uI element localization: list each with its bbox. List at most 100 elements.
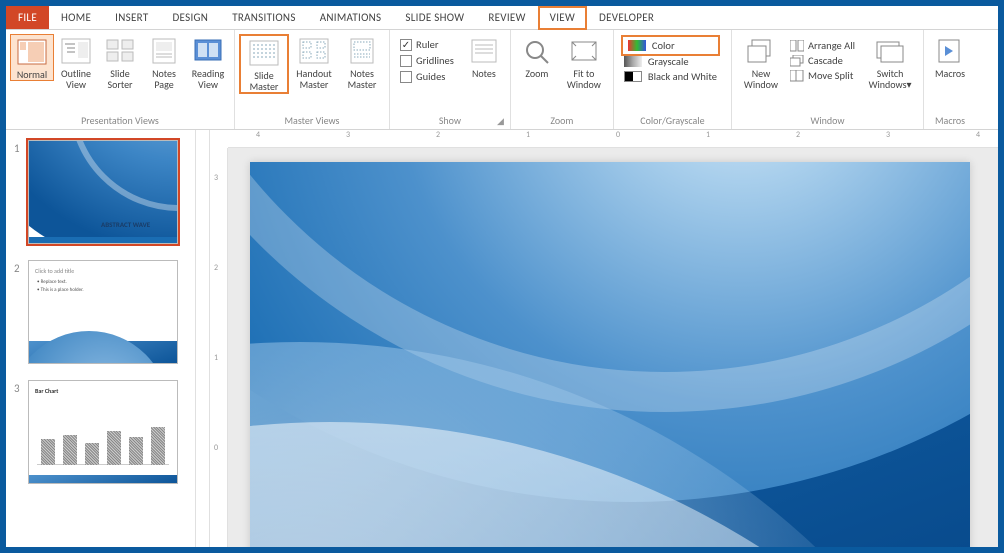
tab-view[interactable]: VIEW [538, 6, 587, 29]
slide-master-button[interactable]: Slide Master [239, 34, 289, 94]
slide-thumb-1[interactable]: 1 ABSTRACT WAVE [14, 140, 187, 244]
slide-thumb[interactable]: Bar Chart [28, 380, 178, 484]
cascade-icon [790, 55, 804, 67]
slide-thumb-2[interactable]: 2 Click to add title • Replace text. • T… [14, 260, 187, 364]
bw-label: Black and White [648, 70, 717, 83]
ruler-tick: 3 [214, 173, 218, 183]
vertical-ruler[interactable]: 3 2 1 0 [210, 148, 228, 547]
tab-review[interactable]: REVIEW [476, 6, 537, 29]
notes-icon [469, 38, 499, 64]
ruler-tick: 1 [526, 130, 530, 140]
fit-window-icon [569, 38, 599, 64]
thumb-title: Click to add title [35, 267, 74, 275]
tab-slideshow[interactable]: SLIDE SHOW [393, 6, 476, 29]
guides-label: Guides [416, 70, 445, 83]
grayscale-label: Grayscale [648, 55, 689, 68]
slide-canvas[interactable] [250, 162, 970, 547]
group-window: New Window Arrange All Cascade Move Spli… [732, 30, 924, 129]
ribbon: Normal Outline View Slide Sorter Notes P… [6, 30, 998, 130]
color-option[interactable]: Color [624, 38, 717, 53]
black-white-option[interactable]: Black and White [624, 70, 717, 83]
tab-file[interactable]: FILE [6, 6, 49, 29]
switch-windows-label: Switch Windows▾ [863, 68, 917, 90]
arrange-all-button[interactable]: Arrange All [788, 38, 857, 53]
bw-swatch-icon [624, 71, 642, 82]
gridlines-label: Gridlines [416, 54, 454, 67]
gridlines-checkbox[interactable]: Gridlines [400, 54, 454, 67]
outline-view-button[interactable]: Outline View [54, 34, 98, 90]
ruler-checkbox[interactable]: ✓ Ruler [400, 38, 454, 51]
handout-master-icon [299, 38, 329, 64]
ruler-tick: 4 [256, 130, 260, 140]
slide-thumb[interactable]: ABSTRACT WAVE [28, 140, 178, 244]
notes-page-button[interactable]: Notes Page [142, 34, 186, 90]
group-zoom-label: Zoom [515, 112, 609, 129]
tab-design[interactable]: DESIGN [160, 6, 220, 29]
arrange-all-label: Arrange All [808, 39, 855, 52]
ruler-tick: 0 [214, 443, 218, 453]
ruler-tick: 3 [346, 130, 350, 140]
cascade-label: Cascade [808, 54, 843, 67]
grayscale-swatch-icon [624, 56, 642, 67]
zoom-label: Zoom [525, 68, 548, 79]
group-show: ✓ Ruler Gridlines Guides Notes [390, 30, 511, 129]
tab-developer[interactable]: DEVELOPER [587, 6, 666, 29]
group-window-label: Window [736, 112, 919, 129]
notes-button[interactable]: Notes [462, 34, 506, 79]
slide-thumb[interactable]: Click to add title • Replace text. • Thi… [28, 260, 178, 364]
tab-animations[interactable]: ANIMATIONS [308, 6, 394, 29]
normal-view-button[interactable]: Normal [10, 34, 54, 81]
thumb-bullet: • Replace text. [37, 279, 67, 285]
group-color-label: Color/Grayscale [618, 112, 727, 129]
reading-view-button[interactable]: Reading View [186, 34, 230, 90]
handout-master-label: Handout Master [291, 68, 337, 90]
outline-view-label: Outline View [56, 68, 96, 90]
tab-transitions[interactable]: TRANSITIONS [220, 6, 308, 29]
move-split-button[interactable]: Move Split [788, 68, 857, 83]
grayscale-option[interactable]: Grayscale [624, 55, 717, 68]
switch-windows-icon [875, 38, 905, 64]
checkbox-icon [400, 71, 412, 83]
slide-number: 2 [14, 260, 28, 364]
slide-canvas-area[interactable] [228, 148, 998, 547]
horizontal-ruler[interactable]: 4 3 2 1 0 1 2 3 4 [228, 130, 998, 148]
slide-thumbnail-panel: 1 ABSTRACT WAVE 2 Click to add title • R… [6, 130, 196, 547]
checkbox-icon: ✓ [400, 39, 412, 51]
notes-page-icon [149, 38, 179, 64]
outline-collapse-bar[interactable] [196, 130, 210, 547]
slide-sorter-button[interactable]: Slide Sorter [98, 34, 142, 90]
color-label: Color [652, 39, 675, 52]
thumb-bullet: • This is a place holder. [37, 287, 84, 293]
zoom-button[interactable]: Zoom [515, 34, 559, 79]
new-window-icon [746, 38, 776, 64]
slide-thumb-3[interactable]: 3 Bar Chart [14, 380, 187, 484]
group-macros-label: Macros [928, 112, 972, 129]
tab-home[interactable]: HOME [49, 6, 103, 29]
fit-window-label: Fit to Window [561, 68, 607, 90]
reading-view-label: Reading View [188, 68, 228, 90]
handout-master-button[interactable]: Handout Master [289, 34, 339, 90]
new-window-button[interactable]: New Window [736, 34, 786, 90]
cascade-button[interactable]: Cascade [788, 53, 857, 68]
ruler-tick: 2 [436, 130, 440, 140]
notes-master-button[interactable]: Notes Master [339, 34, 385, 90]
group-show-label: Show◢ [394, 112, 506, 129]
move-split-label: Move Split [808, 69, 853, 82]
tab-insert[interactable]: INSERT [103, 6, 160, 29]
content-area: 1 ABSTRACT WAVE 2 Click to add title • R… [6, 130, 998, 547]
notes-label: Notes [472, 68, 496, 79]
arrange-all-icon [790, 40, 804, 52]
slide-master-icon [249, 40, 279, 66]
switch-windows-button[interactable]: Switch Windows▾ [861, 34, 919, 90]
ribbon-tab-bar: FILE HOME INSERT DESIGN TRANSITIONS ANIM… [6, 6, 998, 30]
slide-sorter-icon [105, 38, 135, 64]
group-macros: Macros Macros [924, 30, 976, 129]
color-swatch-icon [628, 40, 646, 51]
macros-button[interactable]: Macros [928, 34, 972, 79]
guides-checkbox[interactable]: Guides [400, 70, 454, 83]
dialog-launcher-icon[interactable]: ◢ [497, 116, 504, 127]
notes-page-label: Notes Page [144, 68, 184, 90]
ruler-label: Ruler [416, 38, 439, 51]
fit-to-window-button[interactable]: Fit to Window [559, 34, 609, 90]
slide-master-label: Slide Master [243, 70, 285, 92]
